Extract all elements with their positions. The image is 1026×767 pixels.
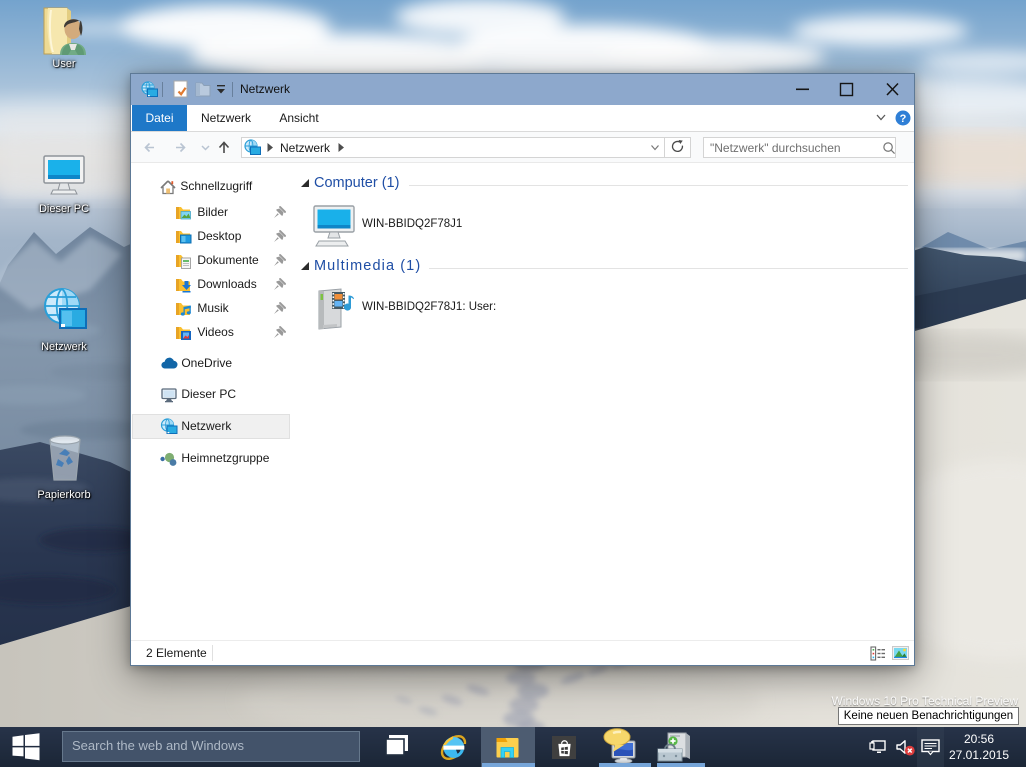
svg-text:?: ? <box>900 113 907 125</box>
